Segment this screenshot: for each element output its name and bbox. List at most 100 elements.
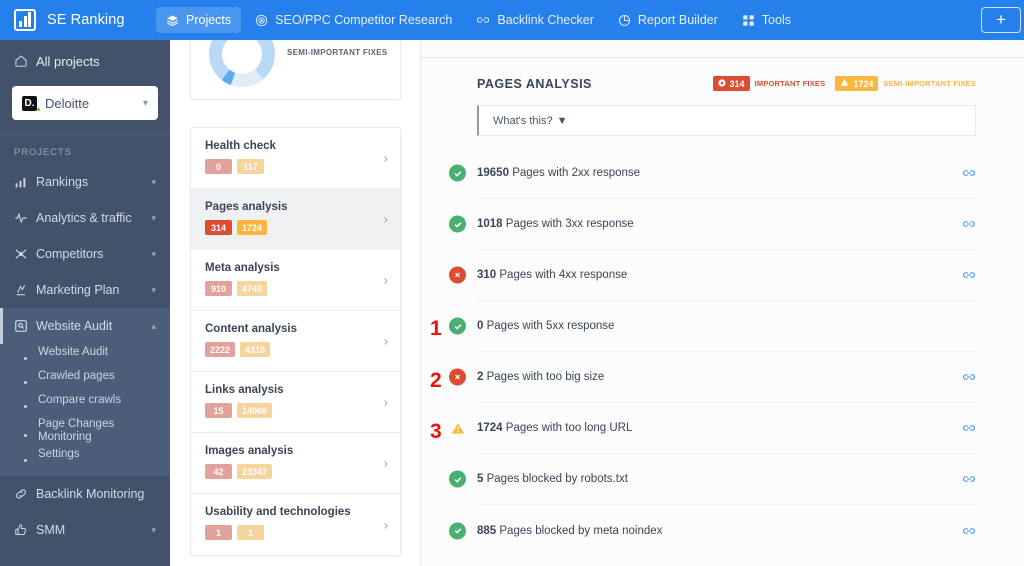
table-row[interactable]: 5 Pages blocked by robots.txt <box>449 454 976 505</box>
analysis-card-pages-analysis[interactable]: Pages analysis 314 1724 › <box>191 189 400 250</box>
bar-chart-logo-icon <box>14 9 36 31</box>
nav-item-report-builder[interactable]: Report Builder <box>608 7 728 33</box>
table-row[interactable]: 310 Pages with 4xx response <box>449 250 976 301</box>
page-title: PAGES ANALYSIS <box>477 76 592 91</box>
table-row[interactable]: 885 Pages blocked by meta noindex <box>449 505 976 556</box>
row-label: 2 Pages with too big size <box>477 371 604 383</box>
row-link-icon[interactable] <box>962 421 976 435</box>
sidebar-item-smm[interactable]: SMM ▾ <box>0 512 170 548</box>
row-text: Pages with 2xx response <box>512 167 641 179</box>
sidebar-subitem-website-audit[interactable]: Website Audit <box>0 344 170 368</box>
row-link-icon[interactable] <box>962 268 976 282</box>
bullet-icon <box>14 370 38 384</box>
nav-label-seo-ppc: SEO/PPC Competitor Research <box>275 13 453 27</box>
semi-important-fixes-pill[interactable]: 1724 SEMI-IMPORTANT FIXES <box>835 76 976 91</box>
audit-icon <box>14 319 36 333</box>
sidebar-label-rankings: Rankings <box>36 175 89 189</box>
brand[interactable]: SE Ranking <box>0 9 156 31</box>
bar-chart-icon <box>14 176 36 189</box>
status-warning-icon <box>449 420 466 437</box>
sidebar-item-rankings[interactable]: Rankings ▾ <box>0 164 170 200</box>
sidebar-subitems: Website Audit Crawled pages Compare craw… <box>0 344 170 476</box>
card-title: Meta analysis <box>205 262 280 274</box>
table-row[interactable]: 19650 Pages with 2xx response <box>449 148 976 199</box>
row-text: Pages with too big size <box>486 371 605 383</box>
row-link-icon[interactable] <box>962 217 976 231</box>
card-badge-important: 2222 <box>205 342 236 357</box>
chevron-down-icon: ▾ <box>151 176 156 187</box>
sidebar-subitem-crawled-pages[interactable]: Crawled pages <box>0 368 170 392</box>
card-badge-important: 1 <box>205 525 232 540</box>
sidebar-subitem-page-changes-monitoring[interactable]: Page Changes Monitoring <box>0 416 170 446</box>
row-link-icon[interactable] <box>962 370 976 384</box>
analysis-card-usability-and-technologies[interactable]: Usability and technologies 1 1 › <box>191 494 400 555</box>
status-ok-icon <box>449 470 466 488</box>
row-label: 19650 Pages with 2xx response <box>477 167 640 179</box>
analysis-card-meta-analysis[interactable]: Meta analysis 910 4743 › <box>191 250 400 311</box>
card-badge-semi-important: 1 <box>237 525 264 540</box>
card-badge-semi-important: 4743 <box>237 281 268 296</box>
thumbs-up-icon <box>14 523 36 537</box>
analysis-sections-column: 48308 SEMI-IMPORTANT FIXES Health check … <box>170 40 420 566</box>
brand-name: SE Ranking <box>47 12 125 28</box>
chevron-down-icon: ▾ <box>151 212 156 223</box>
sidebar-item-marketing-plan[interactable]: Marketing Plan ▾ <box>0 272 170 308</box>
sidebar-subitem-settings[interactable]: Settings <box>0 446 170 470</box>
chevron-down-icon: ▾ <box>151 524 156 535</box>
row-count: 0 <box>477 320 484 332</box>
sidebar-item-all-projects[interactable]: All projects <box>0 40 170 82</box>
sidebar-item-website-audit[interactable]: Website Audit ▴ <box>0 308 170 344</box>
whats-this-expander[interactable]: What's this? ▼ <box>477 105 976 136</box>
semi-important-fixes-caption: SEMI-IMPORTANT FIXES <box>287 48 388 57</box>
audit-score-donut-chart <box>209 40 275 87</box>
whats-this-label: What's this? <box>493 114 553 127</box>
nav-label-projects: Projects <box>186 13 232 27</box>
row-text: Pages blocked by meta noindex <box>499 524 663 537</box>
sidebar-subitem-compare-crawls[interactable]: Compare crawls <box>0 392 170 416</box>
analysis-card-links-analysis[interactable]: Links analysis 15 14066 › <box>191 372 400 433</box>
chevron-right-icon: › <box>383 517 388 532</box>
table-row[interactable]: 1018 Pages with 3xx response <box>449 199 976 250</box>
nav-item-tools[interactable]: Tools <box>732 7 801 33</box>
analysis-card-content-analysis[interactable]: Content analysis 2222 4310 › <box>191 311 400 372</box>
project-selector[interactable]: D. Deloitte ▾ <box>12 86 158 120</box>
chevron-up-icon: ▴ <box>151 320 156 331</box>
chevron-right-icon: › <box>383 272 388 288</box>
status-error-icon <box>449 368 466 386</box>
row-link-icon[interactable] <box>962 472 976 486</box>
semi-important-fixes-count: 1724 <box>853 78 874 89</box>
pages-analysis-row-list: 19650 Pages with 2xx response 1018 Pages… <box>449 148 976 556</box>
project-name: Deloitte <box>45 95 90 111</box>
sidebar-item-backlink-monitoring[interactable]: Backlink Monitoring <box>0 476 170 512</box>
analysis-card-health-check[interactable]: Health check 0 117 › <box>191 128 400 189</box>
row-count: 885 <box>477 524 497 537</box>
card-badge-semi-important: 4310 <box>240 342 271 357</box>
table-row[interactable]: 2 Pages with too big size <box>449 352 976 403</box>
add-project-button[interactable]: + <box>981 7 1021 33</box>
nav-item-seo-ppc-competitor-research[interactable]: SEO/PPC Competitor Research <box>245 7 462 33</box>
row-label: 310 Pages with 4xx response <box>477 269 627 281</box>
chevron-down-icon: ▾ <box>151 248 156 259</box>
analysis-card-images-analysis[interactable]: Images analysis 42 23347 › <box>191 433 400 494</box>
table-row[interactable]: 0 Pages with 5xx response <box>449 301 976 352</box>
important-fixes-pill[interactable]: 314 IMPORTANT FIXES <box>712 76 826 91</box>
table-row[interactable]: 1724 Pages with too long URL <box>451 403 976 454</box>
row-link-icon[interactable] <box>962 524 976 538</box>
nav-item-backlink-checker[interactable]: Backlink Checker <box>466 7 604 33</box>
sidebar-item-analytics-traffic[interactable]: Analytics & traffic ▾ <box>0 200 170 236</box>
sidebar-label-website-audit: Website Audit <box>36 319 113 333</box>
app-window: SE Ranking Projects SEO/PPC Competitor R… <box>0 0 1024 566</box>
competitors-icon <box>14 247 36 261</box>
panel-top-strip <box>421 40 1024 58</box>
sidebar-item-competitors[interactable]: Competitors ▾ <box>0 236 170 272</box>
chevron-down-icon: ▾ <box>142 97 148 109</box>
row-link-icon[interactable] <box>962 166 976 180</box>
chevron-down-icon: ▼ <box>556 114 568 127</box>
annotation-number-3: 3 <box>430 420 442 443</box>
row-label: 0 Pages with 5xx response <box>477 320 614 332</box>
nav-item-projects[interactable]: Projects <box>156 7 242 33</box>
sidebar-label-smm: SMM <box>36 523 66 537</box>
sidebar-section-label: PROJECTS <box>14 147 72 158</box>
card-title: Images analysis <box>205 445 294 457</box>
layers-icon <box>166 14 179 27</box>
